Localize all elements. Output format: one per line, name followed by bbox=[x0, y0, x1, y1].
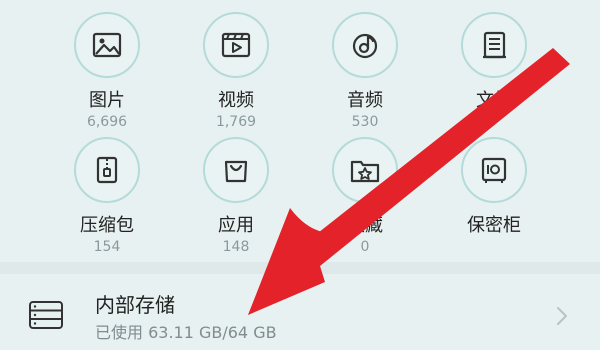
storage-title: 内部存储 bbox=[95, 293, 175, 317]
category-images[interactable]: 图片 6,696 bbox=[42, 12, 172, 142]
category-documents[interactable]: 文档 bbox=[429, 12, 559, 142]
category-label: 文档 bbox=[476, 90, 512, 111]
archive-icon bbox=[74, 137, 140, 203]
category-label: 应用 bbox=[218, 215, 254, 236]
app-bag-icon bbox=[203, 137, 269, 203]
safe-icon bbox=[461, 137, 527, 203]
category-label: 收藏 bbox=[347, 215, 383, 236]
document-icon bbox=[461, 12, 527, 78]
category-label: 视频 bbox=[218, 90, 254, 111]
star-folder-icon bbox=[332, 137, 398, 203]
storage-icon bbox=[29, 301, 63, 329]
category-count: 154 bbox=[93, 239, 121, 255]
internal-storage-row[interactable]: 内部存储 已使用 63.11 GB/64 GB bbox=[0, 274, 600, 350]
category-label: 保密柜 bbox=[467, 215, 521, 236]
category-count: 1,769 bbox=[215, 114, 257, 130]
category-label: 音频 bbox=[347, 90, 383, 111]
category-grid: 图片 6,696 视频 1,769 音频 530 文档 压缩包 154 应用 1… bbox=[0, 0, 600, 262]
storage-usage: 已使用 63.11 GB/64 GB bbox=[95, 323, 277, 342]
chevron-right-icon bbox=[557, 307, 567, 325]
category-videos[interactable]: 视频 1,769 bbox=[171, 12, 301, 142]
category-count: 148 bbox=[222, 239, 250, 255]
category-count: 0 bbox=[360, 239, 370, 255]
category-apps[interactable]: 应用 148 bbox=[171, 137, 301, 267]
category-label: 图片 bbox=[89, 90, 125, 111]
video-icon bbox=[203, 12, 269, 78]
category-count: 530 bbox=[351, 114, 379, 130]
category-safe[interactable]: 保密柜 bbox=[429, 137, 559, 267]
image-icon bbox=[74, 12, 140, 78]
category-label: 压缩包 bbox=[80, 215, 134, 236]
category-count: 6,696 bbox=[86, 114, 128, 130]
audio-icon bbox=[332, 12, 398, 78]
section-divider bbox=[0, 262, 600, 274]
category-audio[interactable]: 音频 530 bbox=[300, 12, 430, 142]
category-archives[interactable]: 压缩包 154 bbox=[42, 137, 172, 267]
category-favorites[interactable]: 收藏 0 bbox=[300, 137, 430, 267]
